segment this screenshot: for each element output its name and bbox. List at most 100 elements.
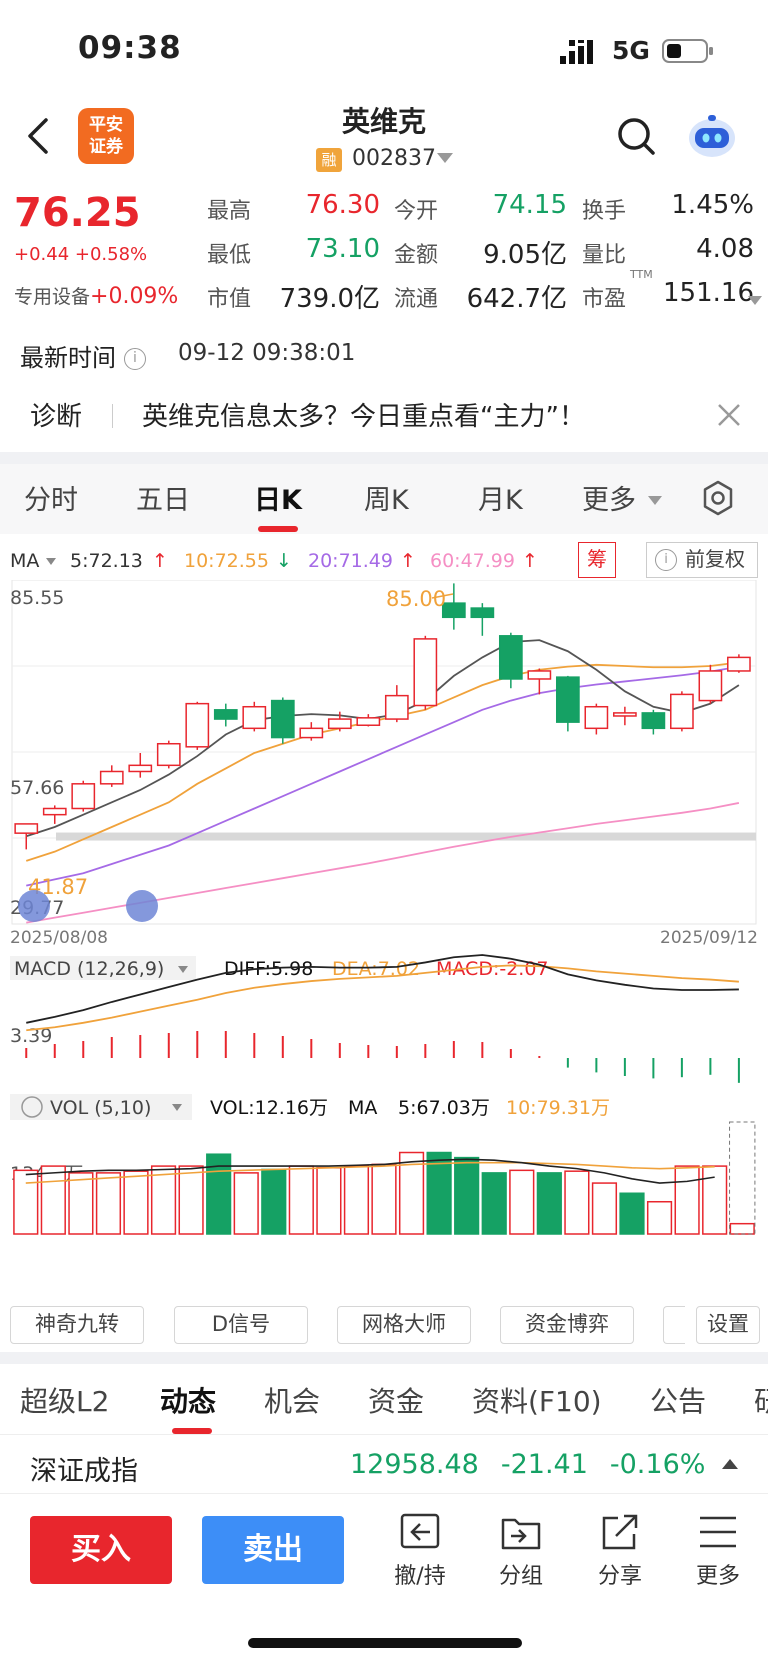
gear-icon[interactable] <box>700 480 736 516</box>
tab-funds[interactable]: 资金 <box>368 1380 424 1420</box>
tab-weekly-k[interactable]: 周K <box>364 478 409 517</box>
buy-button[interactable]: 买入 <box>30 1516 172 1584</box>
ma10-line <box>25 661 740 862</box>
tab-intraday[interactable]: 分时 <box>24 478 78 517</box>
sector-label[interactable]: 专用设备+0.09% <box>14 282 178 309</box>
volume-bar <box>343 1165 370 1235</box>
group-label: 分组 <box>498 1564 543 1589</box>
volume-bar <box>68 1172 94 1235</box>
vol-ma5-label: 5:67.03万 <box>398 1097 490 1119</box>
share-button[interactable]: 分享 <box>580 1512 660 1590</box>
volume-panel: VOL (5,10)VOL:12.16万MA5:67.03万10:79.31万1… <box>10 1094 756 1235</box>
current-price: 76.25 <box>14 190 141 236</box>
turnover-value: 1.45% <box>671 190 754 220</box>
volume-bar <box>95 1172 122 1235</box>
volume-bar <box>619 1192 645 1235</box>
menu-icon <box>700 1516 736 1548</box>
adjust-label: 前复权 <box>685 547 745 571</box>
chevron-down-icon[interactable] <box>46 558 56 565</box>
index-values: 12958.48 -21.41 -0.16% <box>350 1449 705 1480</box>
diagnosis-text[interactable]: 英维克信息太多？今日重点看“主力”！ <box>142 396 585 433</box>
tab-opportunity[interactable]: 机会 <box>264 1380 320 1420</box>
market-cap-value: 739.0亿 <box>279 284 380 314</box>
more-button[interactable]: 更多 <box>678 1512 758 1590</box>
candle-body <box>384 694 409 720</box>
candle-body <box>42 807 67 816</box>
arrow-up-icon: ↑ <box>522 550 538 572</box>
chip-distribution-button[interactable]: 筹 <box>578 542 616 578</box>
collapse-icon <box>18 890 50 922</box>
sell-button[interactable]: 卖出 <box>202 1516 344 1584</box>
share-icon <box>602 1514 638 1550</box>
ma-label[interactable]: MA <box>10 550 39 572</box>
volume-bar <box>316 1167 342 1235</box>
candle-body <box>299 727 324 739</box>
chevron-down-icon[interactable] <box>748 296 762 305</box>
arrow-up-icon: ↑ <box>400 550 416 572</box>
tab-monthly-k[interactable]: 月K <box>478 478 523 517</box>
indicator-fund-game[interactable]: 资金博弈 <box>500 1306 634 1344</box>
info-icon: i <box>655 549 677 571</box>
diagnosis-banner[interactable]: 诊断 英维克信息太多？今日重点看“主力”！ <box>0 382 768 452</box>
indicator-settings-button[interactable]: 设置 <box>696 1306 760 1344</box>
update-time: 09-12 09:38:01 <box>178 340 356 366</box>
indicator-grid-master[interactable]: 网格大师 <box>337 1306 471 1344</box>
home-indicator <box>248 1638 522 1648</box>
cancel-hold-button[interactable]: 撤/持 <box>380 1512 460 1590</box>
candle-body <box>470 607 495 619</box>
candle-body <box>71 783 96 810</box>
kline-chart[interactable]: 85.5557.6629.7785.0041.872025/08/082025/… <box>0 580 768 1280</box>
low-value: 73.10 <box>305 234 380 264</box>
chevron-down-icon[interactable] <box>648 496 662 505</box>
volume-bar <box>646 1200 673 1235</box>
indicator-d-signal[interactable]: D信号 <box>174 1306 308 1344</box>
tab-news[interactable]: 动态 <box>160 1380 216 1420</box>
vol-ma10-label: 10:79.31万 <box>506 1097 610 1119</box>
chart-labels: 85.5557.6629.7785.0041.872025/08/082025/… <box>10 587 758 948</box>
sector-change: +0.09% <box>90 284 179 309</box>
tab-announcements[interactable]: 公告 <box>650 1380 706 1420</box>
open-value: 74.15 <box>492 190 567 220</box>
chevron-up-icon[interactable] <box>722 1459 738 1469</box>
ma10-value: 10:72.55 <box>184 550 269 572</box>
indicator-magic-nine[interactable]: 神奇九转 <box>10 1306 144 1344</box>
group-button[interactable]: 分组 <box>481 1512 561 1590</box>
robot-assistant-icon[interactable] <box>686 112 738 160</box>
status-time: 09:38 <box>78 30 182 66</box>
logo-line1: 平安 <box>89 115 123 135</box>
tab-daily-k[interactable]: 日K <box>254 478 302 517</box>
ma20-line <box>26 665 740 887</box>
arrow-up-icon: ↑ <box>152 550 168 572</box>
volume-ratio-value: 4.08 <box>696 234 754 264</box>
back-icon[interactable] <box>24 114 54 158</box>
index-ticker[interactable]: 深证成指 12958.48 -21.41 -0.16% <box>0 1434 768 1494</box>
candle-body <box>213 709 238 720</box>
vol-ma-label: MA <box>348 1097 377 1119</box>
live-bar-frame <box>729 1121 756 1235</box>
info-icon[interactable]: i <box>124 348 146 370</box>
indicator-partial[interactable] <box>663 1306 685 1344</box>
tab-more[interactable]: 更多 <box>582 478 636 517</box>
volume-bar <box>564 1170 590 1235</box>
tab-research[interactable]: 研 <box>754 1380 768 1420</box>
volume-bar <box>150 1165 177 1235</box>
volume-bar <box>371 1163 397 1235</box>
volume-bar <box>536 1172 562 1235</box>
close-icon[interactable] <box>716 402 742 428</box>
stock-code[interactable]: 002837 <box>352 146 436 171</box>
stock-name: 英维克 <box>341 105 426 138</box>
chevron-down-icon[interactable] <box>437 153 453 163</box>
volume-bar <box>509 1169 535 1235</box>
volume-bar <box>702 1165 728 1235</box>
section-gap <box>0 1352 768 1364</box>
expand-icon <box>126 890 158 922</box>
tab-five-day[interactable]: 五日 <box>136 478 190 517</box>
tab-super-l2[interactable]: 超级L2 <box>20 1380 109 1420</box>
vol-label: VOL (5,10) <box>50 1097 151 1119</box>
volume-bar <box>288 1165 314 1235</box>
candle-body <box>156 742 181 767</box>
tab-profile-f10[interactable]: 资料(F10) <box>472 1380 602 1420</box>
price-adjust-button[interactable]: i 前复权 <box>646 542 758 578</box>
candle-body <box>128 764 153 773</box>
search-icon[interactable] <box>616 116 656 156</box>
